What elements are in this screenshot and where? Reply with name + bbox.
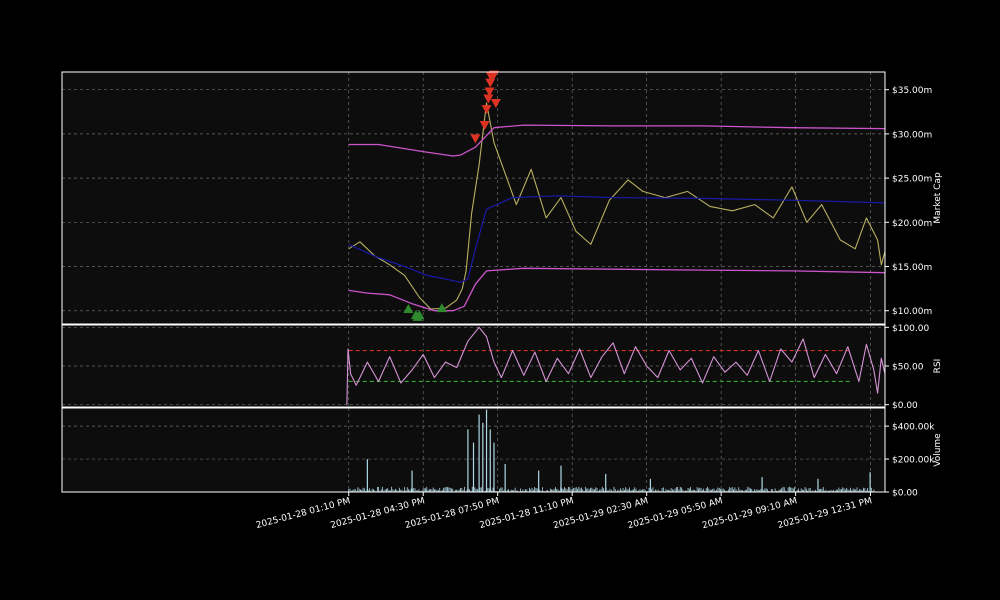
ytick-label-rsi: $50.00 bbox=[892, 363, 924, 373]
price-axis-label: Market Cap bbox=[933, 172, 943, 224]
ytick-label-price: $15.00m bbox=[892, 263, 932, 273]
volume-axis-label: Volume bbox=[933, 433, 943, 467]
ytick-label-price: $25.00m bbox=[892, 175, 932, 185]
ytick-label-volume: $0.00 bbox=[892, 489, 918, 499]
ytick-label-rsi: $100.00 bbox=[892, 324, 929, 334]
ytick-label-rsi: $0.00 bbox=[892, 401, 918, 411]
rsi-axis-label: RSI bbox=[933, 359, 943, 374]
panel-rsi-background bbox=[62, 325, 885, 407]
ytick-label-price: $10.00m bbox=[892, 307, 932, 317]
trading-chart: $10.00m $15.00m $20.00m $25.00m $30.00m $35.0… bbox=[61, 70, 943, 531]
ytick-label-price: $20.00m bbox=[892, 219, 932, 229]
ytick-label-price: $30.00m bbox=[892, 130, 932, 140]
ytick-label-volume: $400.00k bbox=[892, 423, 935, 433]
ytick-label-volume: $200.00k bbox=[892, 456, 935, 466]
ytick-label-price: $35.00m bbox=[892, 86, 932, 96]
